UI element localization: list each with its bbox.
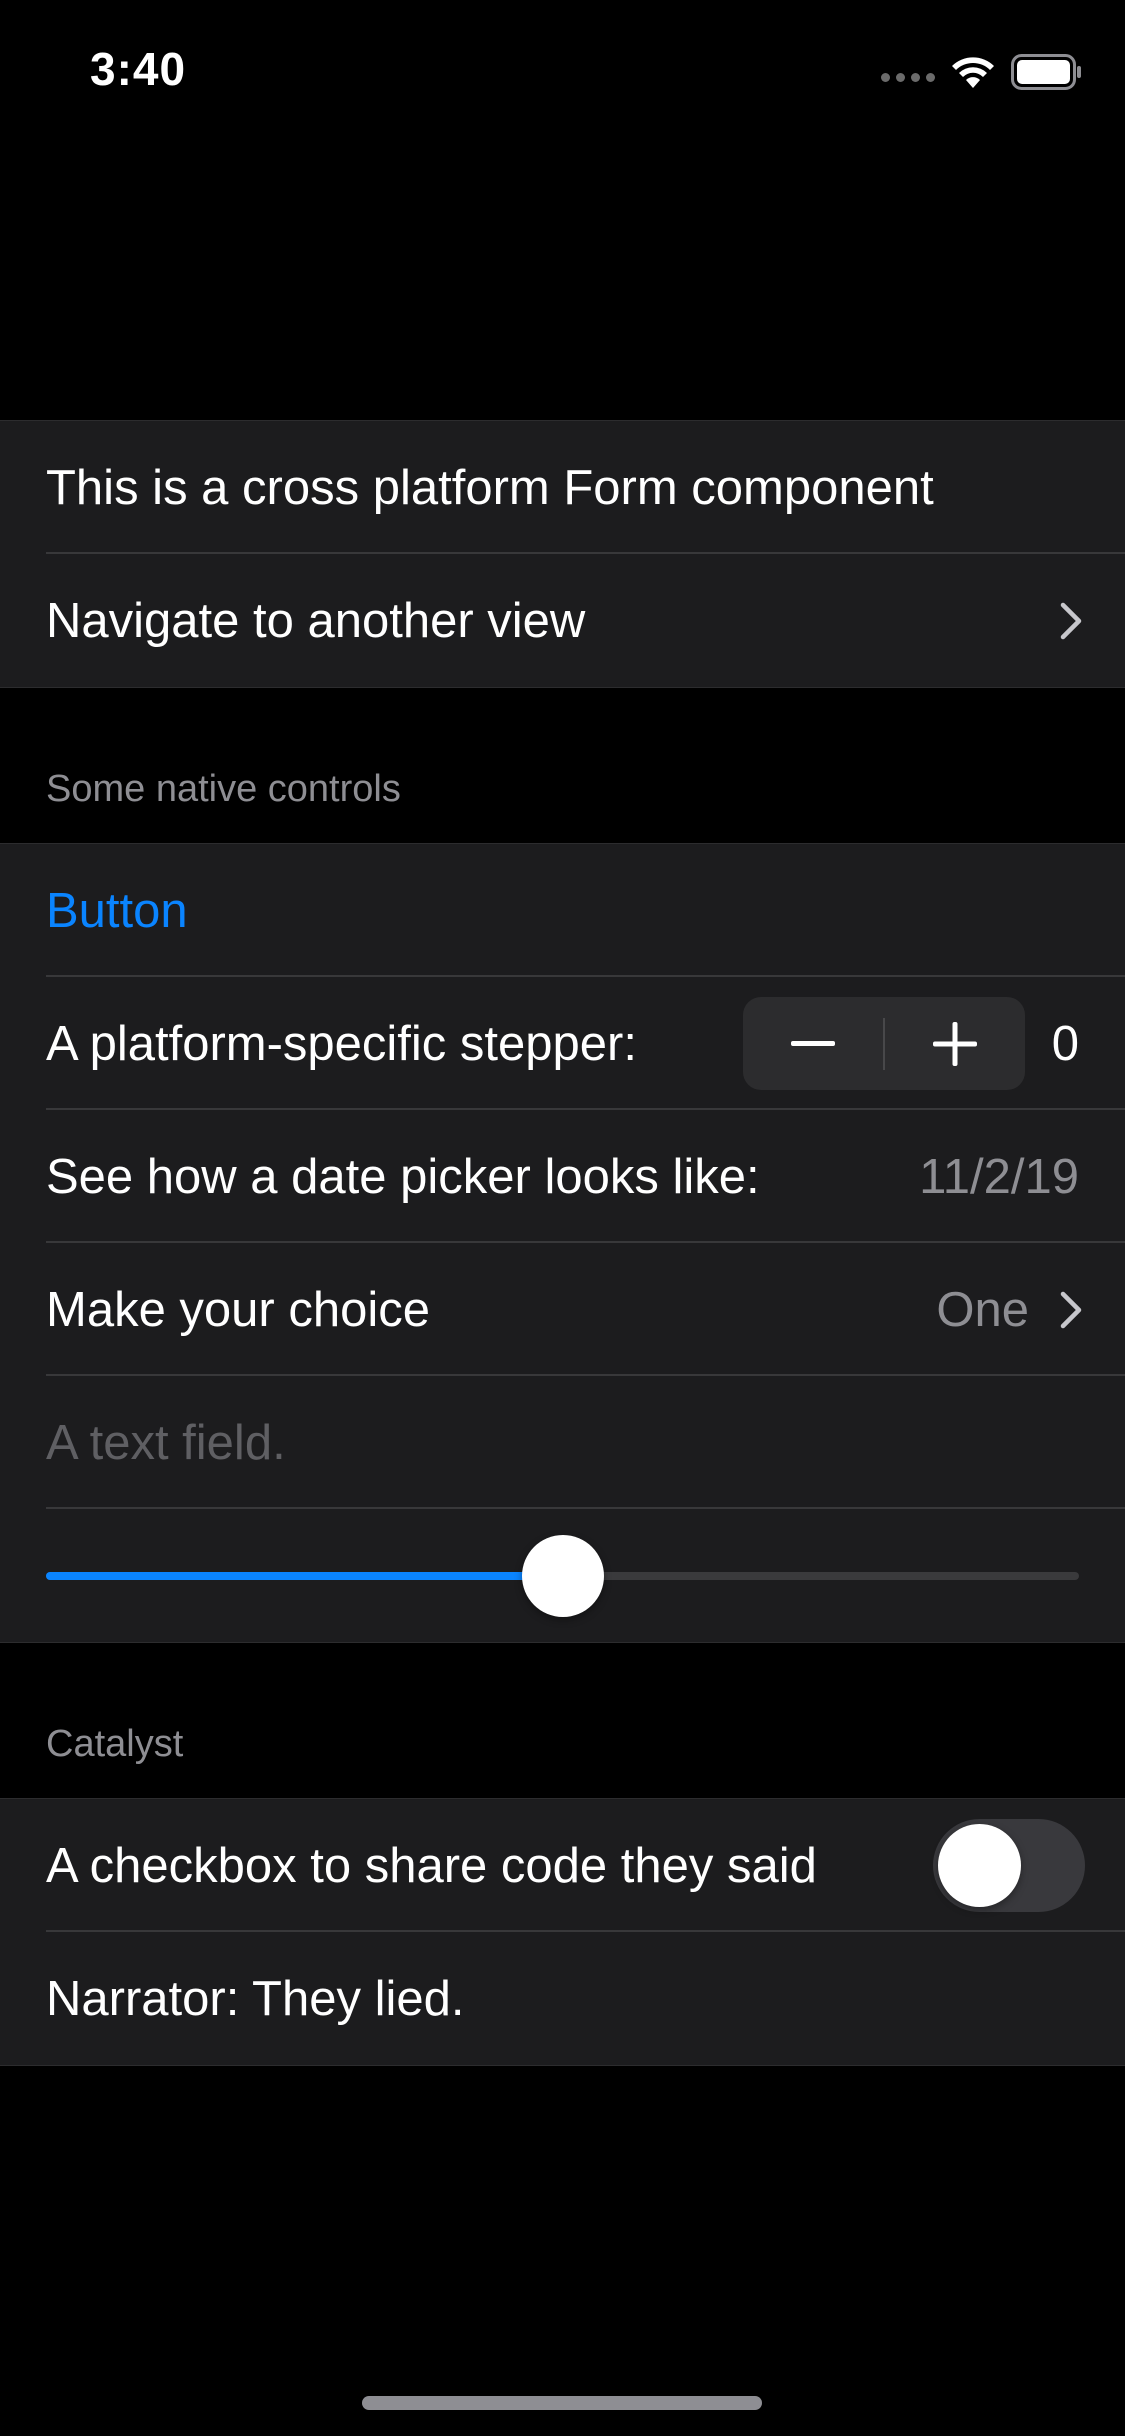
section-header-catalyst: Catalyst — [46, 1723, 184, 1765]
picker-row[interactable]: Make your choice One — [0, 1243, 1125, 1376]
minus-icon — [791, 1040, 835, 1046]
stepper-row: A platform-specific stepper: 0 — [0, 977, 1125, 1110]
catalyst-group: A checkbox to share code they said Narra… — [0, 1798, 1125, 2066]
stepper-increment-button[interactable] — [885, 997, 1025, 1090]
date-picker-label: See how a date picker looks like: — [46, 1149, 760, 1204]
chevron-right-icon — [1060, 602, 1082, 639]
stepper — [743, 997, 1025, 1090]
picker-label: Make your choice — [46, 1282, 431, 1337]
native-controls-group: Button A platform-specific stepper: 0 Se… — [0, 843, 1125, 1643]
stepper-decrement-button[interactable] — [743, 997, 883, 1090]
narrator-row: Narrator: They lied. — [0, 1932, 1125, 2065]
date-picker-row[interactable]: See how a date picker looks like: 11/2/1… — [0, 1110, 1125, 1243]
section-header-native-controls: Some native controls — [46, 768, 401, 810]
text-field[interactable]: A text field. — [46, 1415, 286, 1471]
plus-icon — [933, 1021, 977, 1066]
intro-group: This is a cross platform Form component … — [0, 420, 1125, 688]
text-field-row[interactable]: A text field. — [0, 1376, 1125, 1509]
slider-row — [0, 1509, 1125, 1642]
picker-value: One — [936, 1282, 1029, 1337]
navigate-row[interactable]: Navigate to another view — [0, 554, 1125, 687]
checkbox-row: A checkbox to share code they said — [0, 1799, 1125, 1932]
button-row[interactable]: Button — [0, 844, 1125, 977]
toggle-knob — [938, 1824, 1021, 1907]
slider-thumb[interactable] — [521, 1535, 604, 1617]
chevron-right-icon — [1060, 1291, 1082, 1328]
battery-icon — [1011, 54, 1081, 90]
form-button[interactable]: Button — [46, 883, 188, 939]
navigate-label: Navigate to another view — [46, 593, 586, 648]
status-icons — [881, 52, 1083, 92]
description-text: This is a cross platform Form component — [46, 460, 934, 515]
stepper-label: A platform-specific stepper: — [46, 1016, 637, 1071]
stepper-value: 0 — [1051, 1016, 1079, 1071]
home-indicator — [362, 2396, 762, 2410]
share-code-toggle[interactable] — [933, 1819, 1085, 1912]
narrator-text: Narrator: They lied. — [46, 1971, 465, 2026]
checkbox-label: A checkbox to share code they said — [46, 1838, 817, 1893]
date-picker-value[interactable]: 11/2/19 — [919, 1149, 1079, 1205]
status-time: 3:40 — [90, 43, 187, 95]
slider-fill — [46, 1572, 563, 1580]
wifi-icon — [952, 57, 994, 88]
cellular-signal-icon — [881, 72, 935, 82]
status-bar: 3:40 — [0, 0, 1125, 132]
description-row: This is a cross platform Form component — [0, 421, 1125, 554]
